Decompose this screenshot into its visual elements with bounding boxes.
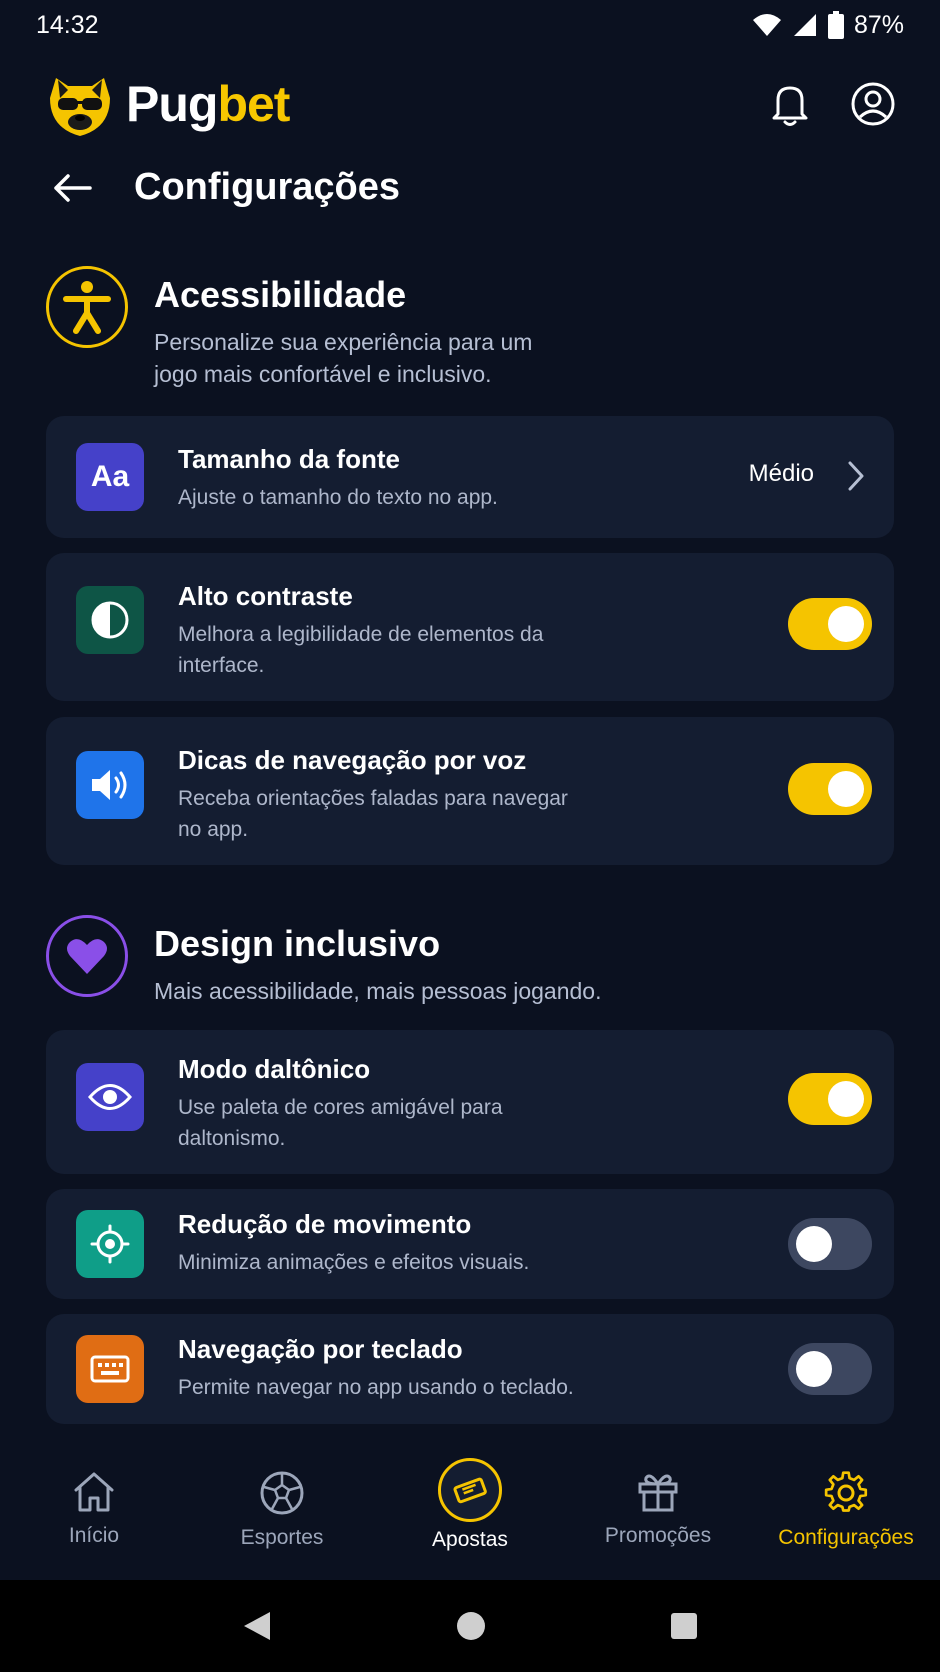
logo-text-pug: Pug <box>126 76 218 132</box>
speaker-icon <box>76 751 144 819</box>
system-recents-icon[interactable] <box>670 1612 698 1640</box>
reduce-motion-title: Redução de movimento <box>178 1209 472 1239</box>
page-title: Configurações <box>134 166 401 208</box>
bottom-navigation: Início Esportes Apostas Promoções Config… <box>0 1436 940 1580</box>
nav-label-apostas: Apostas <box>432 1528 508 1551</box>
battery-level: 87% <box>853 10 904 39</box>
pugbet-logo[interactable]: Pugbet <box>44 68 290 140</box>
nav-label-configuracoes: Configurações <box>778 1526 914 1549</box>
voice-navigation-setting: Dicas de navegação por voz Receba orient… <box>46 717 894 865</box>
chevron-right-icon <box>848 461 864 491</box>
bell-icon[interactable] <box>770 82 810 126</box>
keyboard-navigation-toggle[interactable] <box>788 1343 872 1395</box>
gear-icon <box>824 1471 868 1512</box>
reduce-motion-toggle[interactable] <box>788 1218 872 1270</box>
high-contrast-title: Alto contraste <box>178 581 353 611</box>
accessibility-title: Acessibilidade <box>154 274 407 315</box>
pug-logo-icon <box>50 78 110 136</box>
system-back-icon[interactable] <box>242 1610 272 1642</box>
nav-item-esportes[interactable]: Esportes <box>188 1436 376 1580</box>
font-size-icon: Aa <box>76 443 144 511</box>
status-bar: 14:32 87% <box>0 0 940 50</box>
page-title-row: Configurações <box>52 166 400 209</box>
nav-item-promocoes[interactable]: Promoções <box>564 1436 752 1580</box>
system-home-icon[interactable] <box>456 1611 486 1641</box>
back-arrow-icon[interactable] <box>52 172 92 204</box>
system-navigation-bar <box>0 1580 940 1672</box>
font-size-desc: Ajuste o tamanho do texto no app. <box>178 486 498 509</box>
reduce-motion-setting: Redução de movimento Minimiza animações … <box>46 1189 894 1299</box>
logo-text-bet: bet <box>217 76 290 132</box>
home-icon <box>74 1472 114 1512</box>
heart-icon <box>46 915 128 997</box>
colorblind-mode-toggle[interactable] <box>788 1073 872 1125</box>
font-size-setting[interactable]: Aa Tamanho da fonte Ajuste o tamanho do … <box>46 416 894 538</box>
font-size-value: Médio <box>748 460 814 487</box>
font-size-title: Tamanho da fonte <box>178 444 400 474</box>
signal-icon <box>793 14 816 36</box>
nav-item-apostas[interactable]: Apostas <box>376 1436 564 1580</box>
battery-icon <box>827 11 844 39</box>
reduce-motion-desc: Minimiza animações e efeitos visuais. <box>178 1251 530 1274</box>
accessibility-icon <box>46 266 128 348</box>
contrast-icon <box>76 586 144 654</box>
keyboard-icon <box>76 1335 144 1403</box>
nav-label-inicio: Início <box>68 1524 120 1547</box>
high-contrast-toggle[interactable] <box>788 598 872 650</box>
colorblind-mode-setting: Modo daltônico Use paleta de cores amigá… <box>46 1030 894 1174</box>
colorblind-mode-desc: Use paleta de cores amigável para dalton… <box>178 1096 503 1150</box>
motion-target-icon <box>76 1210 144 1278</box>
voice-navigation-title: Dicas de navegação por voz <box>178 745 527 775</box>
gift-icon <box>638 1474 678 1512</box>
voice-navigation-desc: Receba orientações faladas para navegar … <box>178 787 568 841</box>
logo-wordmark: Pugbet <box>126 75 290 133</box>
header-actions <box>770 81 896 127</box>
high-contrast-desc: Melhora a legibilidade de elementos da i… <box>178 623 544 677</box>
keyboard-navigation-desc: Permite navegar no app usando o teclado. <box>178 1376 574 1399</box>
inclusive-section-header: Design inclusivo Mais acessibilidade, ma… <box>46 915 654 1007</box>
keyboard-navigation-title: Navegação por teclado <box>178 1334 463 1364</box>
accessibility-subtitle: Personalize sua experiência para um jogo… <box>154 329 533 387</box>
ticket-icon <box>438 1458 502 1522</box>
accessibility-section-header: Acessibilidade Personalize sua experiênc… <box>46 266 574 390</box>
keyboard-navigation-setting: Navegação por teclado Permite navegar no… <box>46 1314 894 1424</box>
voice-navigation-toggle[interactable] <box>788 763 872 815</box>
nav-label-esportes: Esportes <box>240 1526 324 1549</box>
nav-item-inicio[interactable]: Início <box>0 1436 188 1580</box>
nav-label-promocoes: Promoções <box>604 1524 712 1547</box>
profile-icon[interactable] <box>850 81 896 127</box>
status-icons: 87% <box>752 11 904 40</box>
soccer-ball-icon <box>260 1471 304 1515</box>
nav-item-configuracoes[interactable]: Configurações <box>752 1436 940 1580</box>
app-header: Pugbet <box>44 66 896 142</box>
high-contrast-setting: Alto contraste Melhora a legibilidade de… <box>46 553 894 701</box>
wifi-icon <box>752 14 781 36</box>
eye-icon <box>76 1063 144 1131</box>
status-time: 14:32 <box>36 10 99 39</box>
inclusive-title: Design inclusivo <box>154 923 441 964</box>
colorblind-mode-title: Modo daltônico <box>178 1054 371 1084</box>
inclusive-subtitle: Mais acessibilidade, mais pessoas jogand… <box>154 978 602 1004</box>
